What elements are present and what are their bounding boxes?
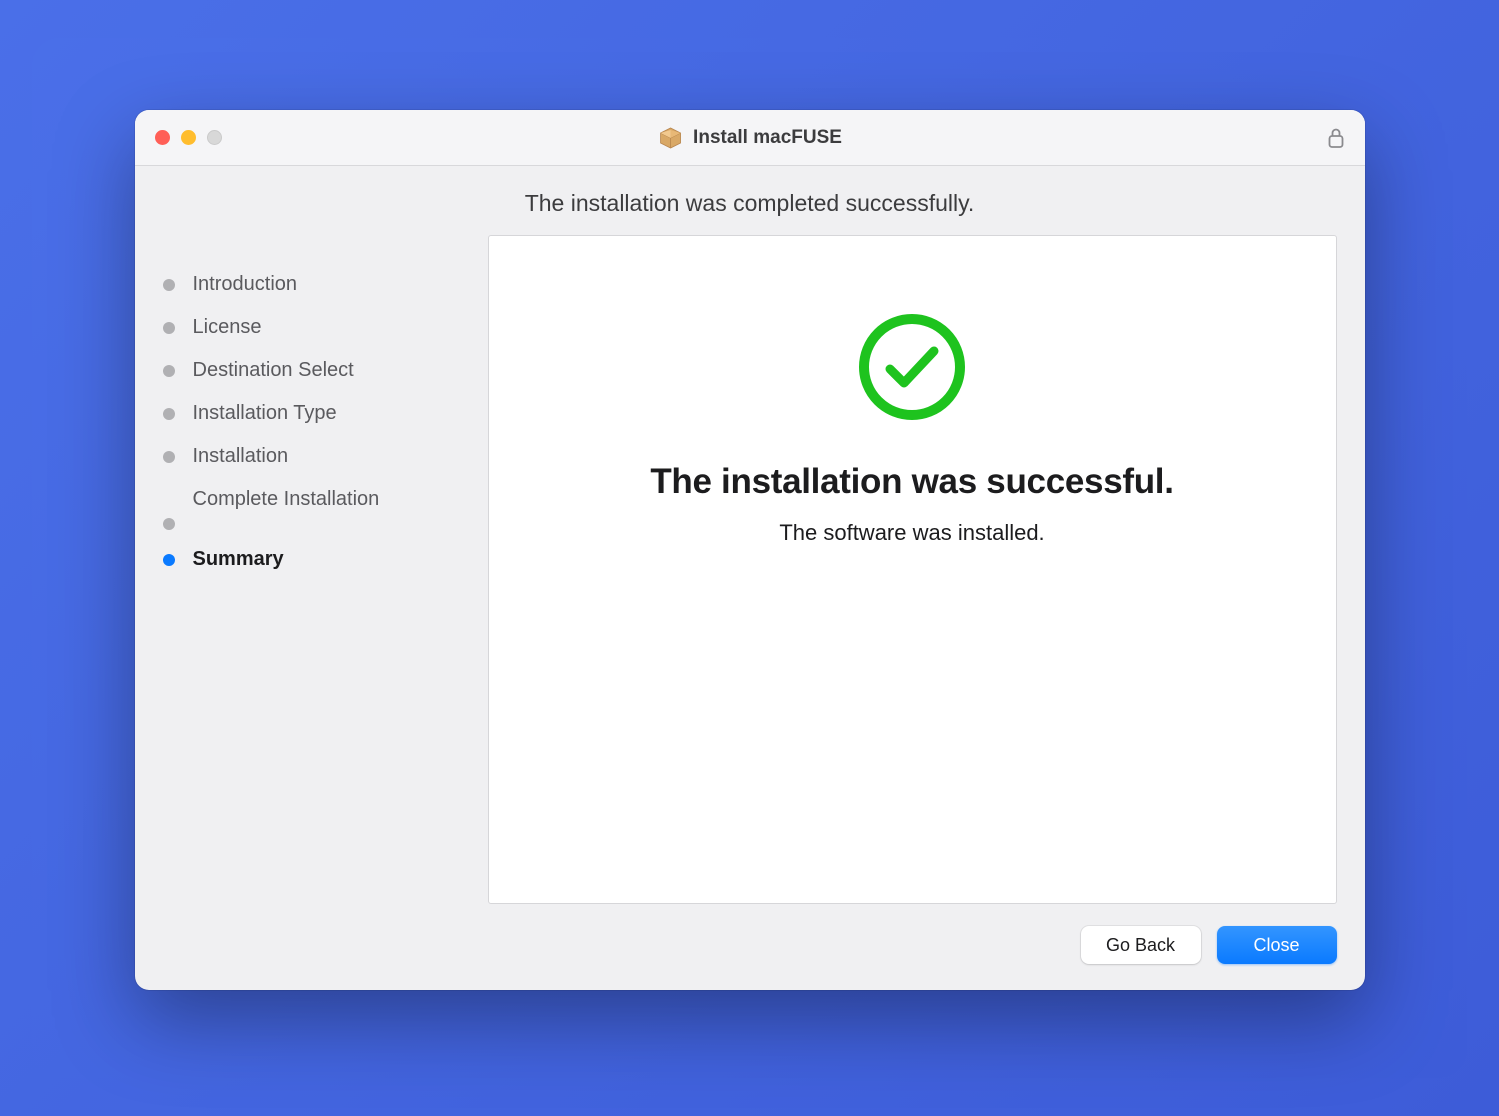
step-label: Complete Installation xyxy=(193,486,380,513)
maximize-window-button[interactable] xyxy=(207,130,222,145)
success-checkmark-icon xyxy=(859,314,965,420)
main-panel: The installation was successful. The sof… xyxy=(488,235,1337,904)
step-bullet-icon xyxy=(163,365,175,377)
step-label: Summary xyxy=(193,546,284,573)
step-bullet-icon xyxy=(163,322,175,334)
step-bullet-icon xyxy=(163,279,175,291)
sidebar: Introduction License Destination Select xyxy=(163,235,488,904)
content-area: The installation was completed successfu… xyxy=(135,166,1365,990)
lock-icon[interactable] xyxy=(1327,127,1345,149)
step-license: License xyxy=(163,306,488,349)
step-bullet-icon xyxy=(163,451,175,463)
step-label: Introduction xyxy=(193,271,298,298)
step-bullet-icon xyxy=(163,554,175,566)
go-back-button[interactable]: Go Back xyxy=(1081,926,1201,964)
title-center: Install macFUSE xyxy=(657,125,842,151)
heading-text: The installation was completed successfu… xyxy=(525,190,975,216)
step-label: Installation Type xyxy=(193,400,337,427)
success-title: The installation was successful. xyxy=(650,462,1173,502)
step-installation: Installation xyxy=(163,435,488,478)
step-introduction: Introduction xyxy=(163,263,488,306)
traffic-lights xyxy=(155,130,222,145)
close-button[interactable]: Close xyxy=(1217,926,1337,964)
step-summary: Summary xyxy=(163,538,488,581)
window-title: Install macFUSE xyxy=(693,127,842,149)
installer-window: Install macFUSE The installation was com… xyxy=(135,110,1365,990)
desktop-background: Install macFUSE The installation was com… xyxy=(32,38,1467,1078)
step-label: License xyxy=(193,314,262,341)
minimize-window-button[interactable] xyxy=(181,130,196,145)
success-subtitle: The software was installed. xyxy=(779,520,1044,546)
close-window-button[interactable] xyxy=(155,130,170,145)
package-icon xyxy=(657,125,683,151)
step-label: Destination Select xyxy=(193,357,354,384)
step-bullet-icon xyxy=(163,518,175,530)
step-label: Installation xyxy=(193,443,289,470)
step-list: Introduction License Destination Select xyxy=(163,263,488,581)
heading-row: The installation was completed successfu… xyxy=(135,166,1365,235)
step-installation-type: Installation Type xyxy=(163,392,488,435)
step-bullet-icon xyxy=(163,408,175,420)
titlebar: Install macFUSE xyxy=(135,110,1365,166)
step-destination-select: Destination Select xyxy=(163,349,488,392)
step-complete-installation: Complete Installation xyxy=(163,478,488,538)
body-row: Introduction License Destination Select xyxy=(135,235,1365,904)
footer: Go Back Close xyxy=(135,904,1365,990)
